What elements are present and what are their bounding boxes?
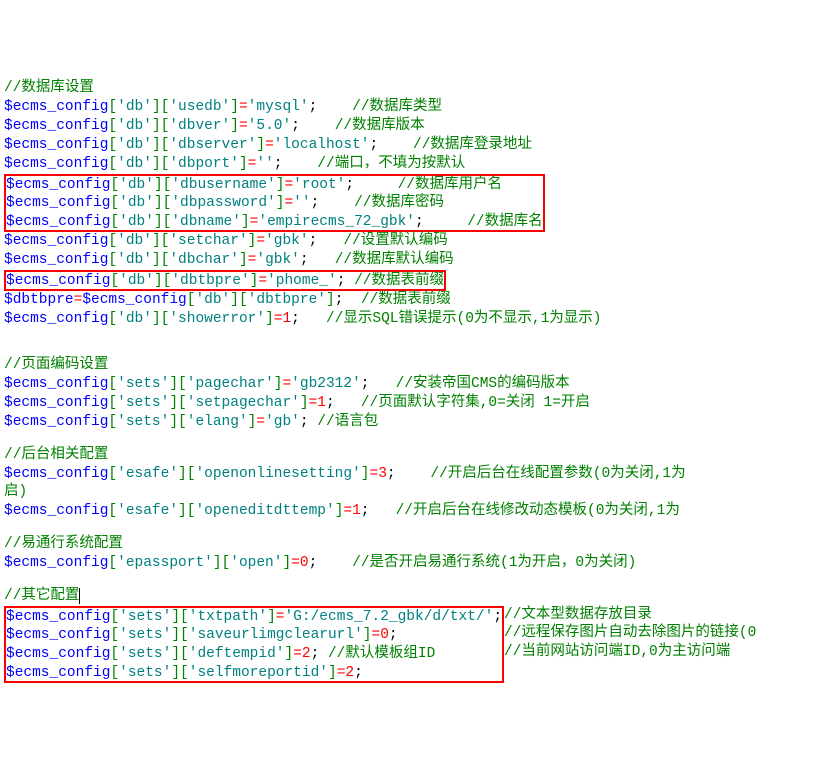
code-line: $ecms_config['esafe']['openonlinesetting…: [4, 465, 818, 484]
code-line: $ecms_config['sets']['setpagechar']=1; /…: [4, 394, 818, 413]
section-comment: //数据库设置: [4, 79, 818, 98]
code-comment: //远程保存图片自动去除图片的链接(0: [504, 624, 756, 643]
code-line: $ecms_config['sets']['selfmoreportid']=2…: [6, 664, 502, 683]
code-line: $ecms_config['db']['dbserver']='localhos…: [4, 136, 818, 155]
code-line: $ecms_config['db']['setchar']='gbk'; //设…: [4, 232, 818, 251]
code-line: $ecms_config['db']['dbname']='empirecms_…: [6, 213, 543, 232]
code-line: $ecms_config['db']['dbtbpre']='phome_'; …: [6, 272, 444, 291]
code-line: $ecms_config['sets']['pagechar']='gb2312…: [4, 375, 818, 394]
section-comment: //后台相关配置: [4, 446, 818, 465]
code-line: $ecms_config['esafe']['openeditdttemp']=…: [4, 502, 818, 521]
code-line: $dbtbpre=$ecms_config['db']['dbtbpre']; …: [4, 291, 818, 310]
section-comment: //页面编码设置: [4, 356, 818, 375]
code-line: $ecms_config['sets']['deftempid']=2; //默…: [6, 645, 502, 664]
code-line: $ecms_config['db']['dbport']=''; //端口，不填…: [4, 155, 818, 174]
section-comment: //其它配置: [4, 587, 818, 606]
code-line: $ecms_config['db']['dbver']='5.0'; //数据库…: [4, 117, 818, 136]
section-comment: //易通行系统配置: [4, 535, 818, 554]
code-block: //数据库设置$ecms_config['db']['usedb']='mysq…: [4, 79, 818, 683]
code-line: $ecms_config['db']['dbchar']='gbk'; //数据…: [4, 251, 818, 270]
code-line: $ecms_config['db']['showerror']=1; //显示S…: [4, 310, 818, 329]
code-line: 启): [4, 483, 818, 502]
code-line: $ecms_config['db']['dbusername']='root';…: [6, 176, 543, 195]
highlight-box-db-credentials: $ecms_config['db']['dbusername']='root';…: [4, 174, 545, 233]
highlight-box-dbtbpre: $ecms_config['db']['dbtbpre']='phome_'; …: [4, 270, 446, 291]
code-line: $ecms_config['sets']['txtpath']='G:/ecms…: [6, 608, 502, 627]
highlight-box-other: $ecms_config['sets']['txtpath']='G:/ecms…: [4, 606, 504, 683]
code-line: $ecms_config['sets']['elang']='gb'; //语言…: [4, 413, 818, 432]
code-comment: //文本型数据存放目录: [504, 606, 756, 625]
code-comment: //当前网站访问端ID,0为主访问端: [504, 643, 756, 662]
code-line: $ecms_config['db']['dbpassword']=''; //数…: [6, 194, 543, 213]
code-line: $ecms_config['epassport']['open']=0; //是…: [4, 554, 818, 573]
code-line: $ecms_config['db']['usedb']='mysql'; //数…: [4, 98, 818, 117]
